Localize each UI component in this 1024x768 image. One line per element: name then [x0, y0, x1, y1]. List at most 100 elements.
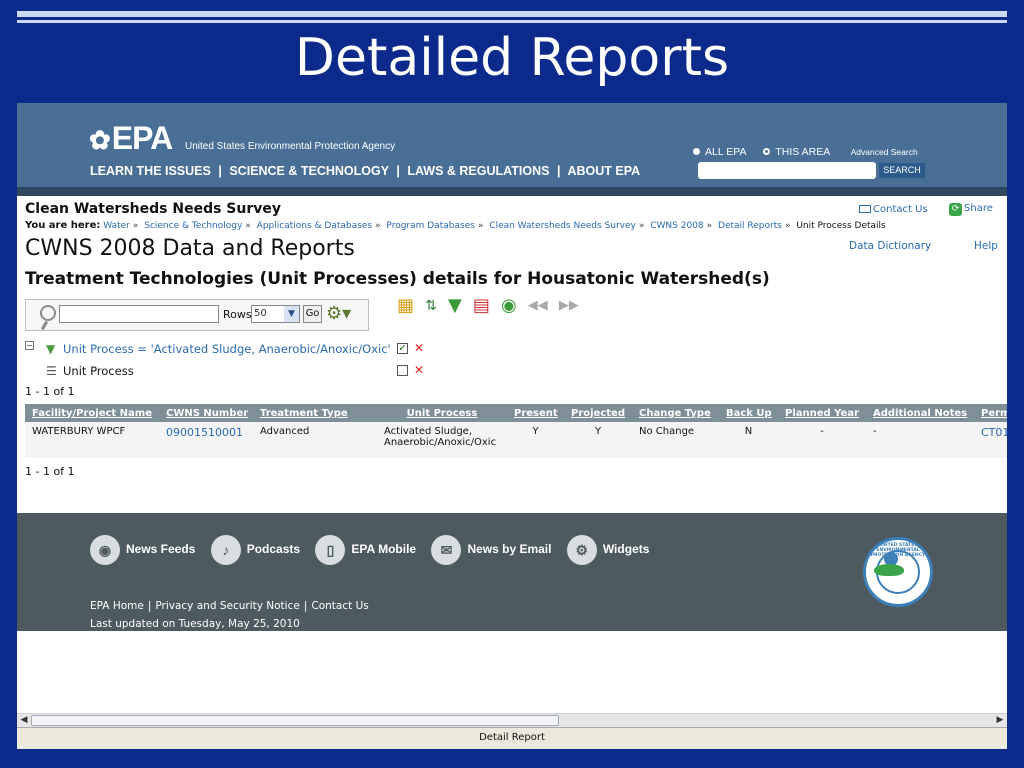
- cell-permit-number[interactable]: CT0100: [974, 422, 1007, 458]
- cell-unit-process: Activated Sludge, Anaerobic/Anoxic/Oxic: [377, 422, 507, 458]
- footer-contact-link[interactable]: Contact Us: [311, 600, 368, 612]
- crumb-science[interactable]: Science & Technology: [144, 221, 242, 231]
- agency-name: United States Environmental Protection A…: [185, 141, 396, 152]
- col-facility-name[interactable]: Facility/Project Name: [25, 404, 159, 422]
- news-feeds-link[interactable]: ◉ News Feeds: [90, 535, 195, 565]
- cell-treatment-type: Advanced: [253, 422, 377, 458]
- nav-laws-regulations[interactable]: LAWS & REGULATIONS: [407, 164, 549, 178]
- col-back-up[interactable]: Back Up: [719, 404, 778, 422]
- report-subtitle: Treatment Technologies (Unit Processes) …: [25, 269, 770, 289]
- sort-icon[interactable]: ⇅: [425, 298, 437, 314]
- envelope-icon: [859, 205, 871, 213]
- seal-leaf-icon: [874, 564, 904, 576]
- filter-text[interactable]: Unit Process = 'Activated Sludge, Anaero…: [63, 342, 391, 356]
- footer-sep: |: [303, 600, 308, 612]
- remove-group-icon[interactable]: ✕: [414, 363, 424, 377]
- crumb-cwns[interactable]: Clean Watersheds Needs Survey: [489, 221, 636, 231]
- radio-this-area[interactable]: [763, 148, 771, 155]
- crumb-sep: »: [132, 221, 139, 231]
- widgets-link[interactable]: ⚙ Widgets: [566, 535, 650, 565]
- rss-icon: ◉: [90, 535, 120, 565]
- col-permit-number[interactable]: Permit N: [974, 404, 1007, 422]
- scrollbar-thumb[interactable]: [31, 715, 559, 726]
- pagination-count-bottom: 1 - 1 of 1: [25, 465, 75, 478]
- go-button[interactable]: Go: [303, 305, 322, 323]
- crumb-detail-reports[interactable]: Detail Reports: [718, 221, 782, 231]
- group-text[interactable]: Unit Process: [63, 364, 134, 378]
- report-search-input[interactable]: [59, 305, 219, 323]
- rows-select[interactable]: 50 ▼: [251, 305, 300, 323]
- col-additional-notes[interactable]: Additional Notes: [866, 404, 974, 422]
- nav-learn-issues[interactable]: LEARN THE ISSUES: [90, 164, 211, 178]
- nav-about-epa[interactable]: ABOUT EPA: [567, 164, 640, 178]
- cell-present: Y: [507, 422, 564, 458]
- filter-icon: ▼: [46, 342, 56, 356]
- nav-separator: |: [396, 164, 400, 178]
- group-enabled-checkbox[interactable]: [397, 365, 408, 376]
- horizontal-scrollbar[interactable]: ◀ ▶: [17, 713, 1007, 727]
- remove-filter-icon[interactable]: ✕: [414, 341, 424, 355]
- cell-projected: Y: [564, 422, 632, 458]
- data-dictionary-link[interactable]: Data Dictionary: [849, 240, 931, 252]
- last-updated: Last updated on Tuesday, May 25, 2010: [90, 618, 300, 630]
- col-cwns-number[interactable]: CWNS Number: [159, 404, 253, 422]
- nav-science-tech[interactable]: SCIENCE & TECHNOLOGY: [229, 164, 389, 178]
- widgets-label: Widgets: [602, 542, 650, 557]
- crumb-program-db[interactable]: Program Databases: [386, 221, 474, 231]
- filter-enabled-checkbox[interactable]: ✓: [397, 343, 408, 354]
- collapse-icon[interactable]: −: [25, 341, 34, 350]
- epa-mobile-link[interactable]: ▯ EPA Mobile: [315, 535, 416, 565]
- col-planned-year[interactable]: Planned Year: [778, 404, 866, 422]
- report-action-icons: ▦ ⇅ ▼ ▤ ◉ ◀◀ ▶▶: [397, 295, 585, 319]
- podcasts-link[interactable]: ♪ Podcasts: [210, 535, 300, 565]
- download-icon[interactable]: ▤: [473, 295, 490, 316]
- cell-cwns-number[interactable]: 09001510001: [159, 422, 253, 458]
- header-band: [17, 187, 1007, 196]
- previous-page-icon[interactable]: ◀◀: [528, 298, 548, 313]
- browser-window: ✿EPA United States Environmental Protect…: [17, 103, 1007, 749]
- rows-value: 50: [254, 308, 267, 319]
- nav-separator: |: [218, 164, 222, 178]
- table-row: WATERBURY WPCF 09001510001 Advanced Acti…: [25, 422, 1007, 458]
- advanced-search-link[interactable]: Advanced Search: [851, 147, 918, 157]
- contact-us-label: Contact Us: [873, 204, 928, 215]
- privacy-notice-link[interactable]: Privacy and Security Notice: [155, 600, 299, 612]
- status-bar: Detail Report: [17, 727, 1007, 749]
- crumb-current: Unit Process Details: [796, 221, 886, 231]
- search-button[interactable]: SEARCH: [879, 163, 925, 178]
- reset-icon[interactable]: ◉: [501, 295, 517, 316]
- epa-logo[interactable]: ✿EPA: [89, 120, 173, 157]
- next-page-icon[interactable]: ▶▶: [559, 298, 579, 313]
- news-by-email-link[interactable]: ✉ News by Email: [431, 535, 551, 565]
- crumb-water[interactable]: Water: [103, 221, 130, 231]
- crumb-cwns-2008[interactable]: CWNS 2008: [650, 221, 703, 231]
- share-link[interactable]: ⟳ Share: [949, 203, 993, 216]
- footer-sep: |: [147, 600, 152, 612]
- help-link[interactable]: Help: [974, 240, 998, 252]
- epa-home-link[interactable]: EPA Home: [90, 600, 144, 612]
- contact-us-link[interactable]: Contact Us: [859, 204, 928, 215]
- filter-icon[interactable]: ▼: [448, 295, 462, 316]
- pagination-count-top: 1 - 1 of 1: [25, 385, 75, 398]
- select-columns-icon[interactable]: ▦: [397, 295, 414, 316]
- report-toolbar: Rows 50 ▼ Go ⚙▾: [25, 299, 369, 331]
- crumb-applications[interactable]: Applications & Databases: [257, 221, 372, 231]
- title-rule-top: [17, 11, 1007, 17]
- col-treatment-type[interactable]: Treatment Type: [253, 404, 377, 422]
- scroll-right-icon[interactable]: ▶: [993, 714, 1007, 727]
- nav-separator: |: [556, 164, 561, 178]
- col-projected[interactable]: Projected: [564, 404, 632, 422]
- col-present[interactable]: Present: [507, 404, 564, 422]
- radio-all-epa[interactable]: [693, 148, 700, 155]
- podcast-icon: ♪: [210, 535, 241, 565]
- col-change-type[interactable]: Change Type: [632, 404, 719, 422]
- crumb-sep: »: [638, 221, 645, 231]
- site-search-input[interactable]: [698, 162, 876, 179]
- share-label: Share: [964, 203, 993, 214]
- scroll-left-icon[interactable]: ◀: [17, 714, 31, 727]
- results-table: Facility/Project Name CWNS Number Treatm…: [25, 404, 1007, 458]
- col-unit-process[interactable]: Unit Process: [377, 404, 507, 422]
- gear-icon[interactable]: ⚙▾: [326, 303, 351, 324]
- search-icon[interactable]: [40, 305, 56, 321]
- share-icon: ⟳: [949, 203, 962, 216]
